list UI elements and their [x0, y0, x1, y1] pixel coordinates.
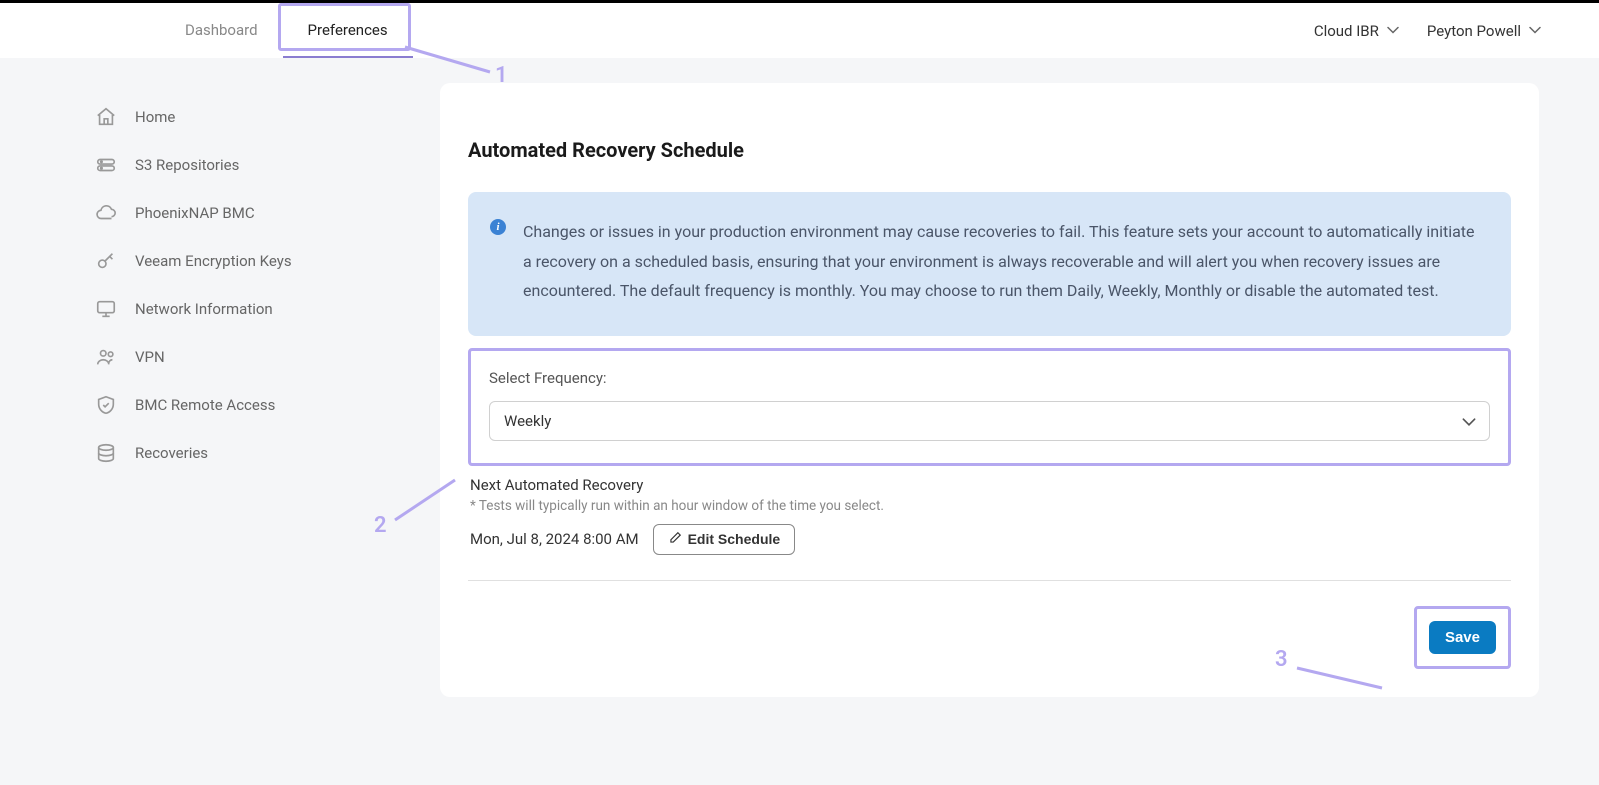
- sidebar-item-encryption-keys[interactable]: Veeam Encryption Keys: [85, 237, 440, 285]
- save-button[interactable]: Save: [1429, 621, 1496, 654]
- tab-preferences[interactable]: Preferences: [283, 4, 413, 58]
- home-icon: [95, 106, 117, 128]
- topbar: Dashboard Preferences Cloud IBR Peyton P…: [0, 3, 1599, 58]
- sidebar-item-phoenixnap[interactable]: PhoenixNAP BMC: [85, 189, 440, 237]
- tab-preferences-label: Preferences: [308, 21, 388, 39]
- sidebar: Home S3 Repositories PhoenixNAP BMC Veea…: [85, 83, 440, 697]
- divider: [468, 580, 1511, 581]
- save-highlight: Save: [1414, 606, 1511, 669]
- cloud-icon: [95, 202, 117, 224]
- chevron-down-icon: [1529, 26, 1539, 36]
- topbar-right: Cloud IBR Peyton Powell: [1314, 22, 1539, 40]
- sidebar-item-network[interactable]: Network Information: [85, 285, 440, 333]
- sidebar-item-vpn[interactable]: VPN: [85, 333, 440, 381]
- tab-dashboard-label: Dashboard: [185, 21, 258, 39]
- info-text: Changes or issues in your production env…: [523, 217, 1481, 306]
- sidebar-item-label: PhoenixNAP BMC: [135, 204, 255, 222]
- main-area: Home S3 Repositories PhoenixNAP BMC Veea…: [0, 58, 1599, 722]
- next-recovery-date: Mon, Jul 8, 2024 8:00 AM: [470, 530, 639, 548]
- sidebar-item-label: Network Information: [135, 300, 273, 318]
- next-recovery-note: * Tests will typically run within an hou…: [470, 498, 1511, 514]
- sidebar-item-label: Recoveries: [135, 444, 208, 462]
- sidebar-item-home[interactable]: Home: [85, 93, 440, 141]
- sidebar-item-label: VPN: [135, 348, 165, 366]
- pencil-icon: [668, 531, 682, 548]
- edit-schedule-button[interactable]: Edit Schedule: [653, 524, 796, 555]
- sidebar-item-label: Home: [135, 108, 175, 126]
- tab-dashboard[interactable]: Dashboard: [160, 4, 283, 58]
- user-dropdown[interactable]: Peyton Powell: [1427, 22, 1539, 40]
- user-dropdown-label: Peyton Powell: [1427, 22, 1521, 40]
- shield-icon: [95, 394, 117, 416]
- chevron-down-icon: [1387, 26, 1397, 36]
- org-dropdown-label: Cloud IBR: [1314, 22, 1379, 40]
- sidebar-item-label: BMC Remote Access: [135, 396, 275, 414]
- next-recovery-section: Next Automated Recovery * Tests will typ…: [468, 476, 1511, 555]
- monitor-icon: [95, 298, 117, 320]
- database-icon: [95, 442, 117, 464]
- frequency-section: Select Frequency: Weekly: [468, 348, 1511, 466]
- sidebar-item-recoveries[interactable]: Recoveries: [85, 429, 440, 477]
- section-title: Automated Recovery Schedule: [468, 138, 1511, 162]
- frequency-select[interactable]: Weekly: [489, 401, 1490, 441]
- next-recovery-label: Next Automated Recovery: [470, 476, 1511, 494]
- info-banner: i Changes or issues in your production e…: [468, 192, 1511, 336]
- topbar-tabs: Dashboard Preferences: [160, 4, 413, 58]
- sidebar-item-label: Veeam Encryption Keys: [135, 252, 292, 270]
- content-card: Automated Recovery Schedule i Changes or…: [440, 83, 1539, 697]
- edit-schedule-label: Edit Schedule: [688, 531, 781, 547]
- key-icon: [95, 250, 117, 272]
- sidebar-item-s3[interactable]: S3 Repositories: [85, 141, 440, 189]
- info-icon: i: [490, 219, 506, 235]
- sidebar-item-bmc-remote[interactable]: BMC Remote Access: [85, 381, 440, 429]
- frequency-label: Select Frequency:: [489, 369, 1490, 387]
- sidebar-item-label: S3 Repositories: [135, 156, 239, 174]
- org-dropdown[interactable]: Cloud IBR: [1314, 22, 1397, 40]
- storage-icon: [95, 154, 117, 176]
- users-icon: [95, 346, 117, 368]
